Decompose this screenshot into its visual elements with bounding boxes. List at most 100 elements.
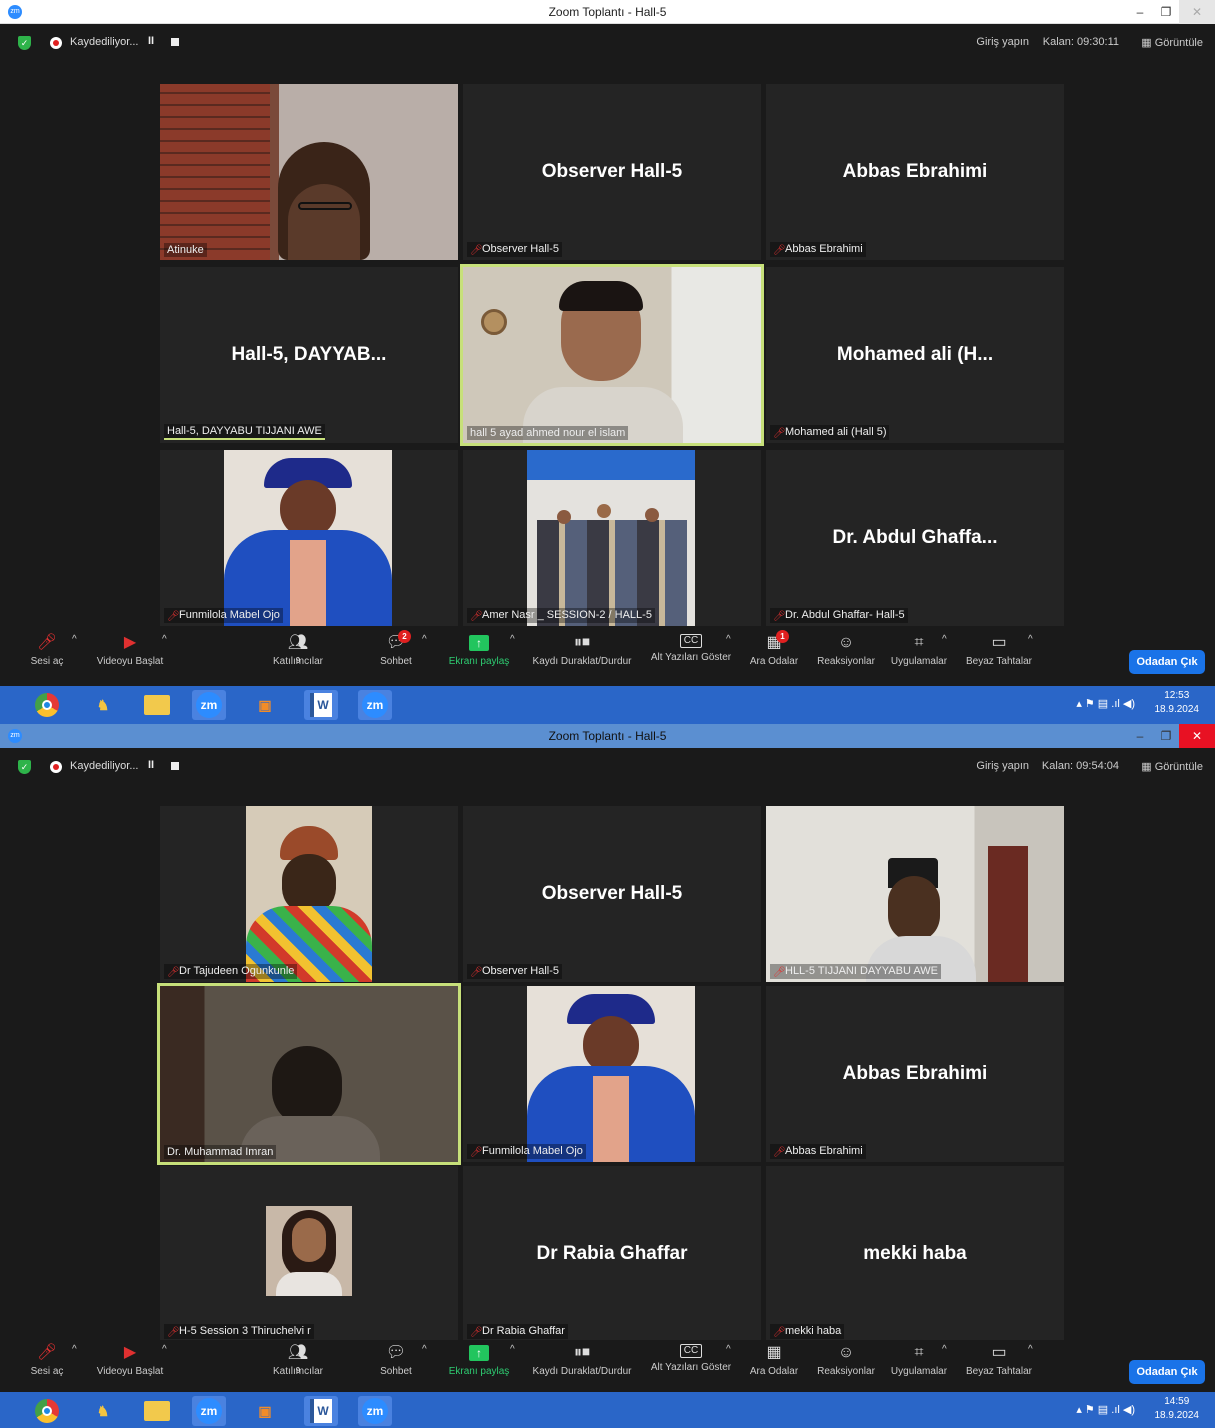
- captions-options-caret[interactable]: ^: [726, 634, 731, 645]
- chat-options-caret[interactable]: ^: [422, 634, 427, 645]
- participant-display-name: Observer Hall-5: [541, 161, 683, 182]
- unmute-button[interactable]: 🎤︎ Sesi aç: [26, 634, 68, 667]
- video-tile[interactable]: 🎤︎H-5 Session 3 Thiruchelvi r: [160, 1166, 458, 1342]
- meeting-toolbar: 🎤︎ Sesi aç ^ ▶︎ Videoyu Başlat ^ 👥︎9 Katılı…: [0, 630, 1215, 686]
- zoom-meeting-taskbar-button[interactable]: zm: [358, 1396, 392, 1426]
- taskbar-clock[interactable]: 14:59 18.9.2024: [1155, 1395, 1200, 1423]
- word-taskbar-button[interactable]: W: [304, 1396, 338, 1426]
- chat-button[interactable]: 💬︎ 2 Sohbet: [374, 630, 418, 667]
- restore-button[interactable]: ❐: [1153, 0, 1179, 24]
- captions-button[interactable]: CC Alt Yazıları Göster: [648, 634, 734, 663]
- folder-icon: [144, 695, 170, 715]
- captions-button[interactable]: CC Alt Yazıları Göster: [648, 1344, 734, 1373]
- view-button[interactable]: ▦ Görüntüle: [1141, 36, 1203, 49]
- participant-display-name: Abbas Ebrahimi: [842, 1063, 988, 1084]
- share-options-caret[interactable]: ^: [510, 634, 515, 645]
- video-tile[interactable]: Dr Rabia Ghaffar 🎤︎Dr Rabia Ghaffar: [463, 1166, 761, 1342]
- zoom-taskbar-button[interactable]: zm: [192, 690, 226, 720]
- video-tile[interactable]: 🎤︎Funmilola Mabel Ojo: [160, 450, 458, 626]
- whiteboard-icon: ▭: [991, 1344, 1007, 1361]
- reactions-button[interactable]: ☺︎ Reaksiyonlar: [814, 1344, 878, 1377]
- minimize-button[interactable]: –: [1127, 724, 1153, 748]
- pause-stop-recording-button[interactable]: ⏸︎⏹︎ Kaydı Duraklat/Durdur: [526, 634, 638, 667]
- video-tile[interactable]: Hall-5, DAYYAB... Hall-5, DAYYABU TIJJAN…: [160, 267, 458, 443]
- shield-icon[interactable]: ✓: [18, 760, 31, 774]
- share-options-caret[interactable]: ^: [510, 1344, 515, 1355]
- pause-recording-icon[interactable]: II: [148, 35, 154, 47]
- participants-button[interactable]: 👥︎9 Katılımcılar: [266, 634, 330, 667]
- shield-icon[interactable]: ✓: [18, 36, 31, 50]
- audio-options-caret[interactable]: ^: [72, 634, 77, 645]
- apps-options-caret[interactable]: ^: [942, 634, 947, 645]
- video-tile[interactable]: Observer Hall-5 🎤︎Observer Hall-5: [463, 84, 761, 260]
- participant-name: H-5 Session 3 Thiruchelvi r: [179, 1325, 311, 1337]
- video-options-caret[interactable]: ^: [162, 634, 167, 645]
- captions-options-caret[interactable]: ^: [726, 1344, 731, 1355]
- video-tile[interactable]: 🎤︎Funmilola Mabel Ojo: [463, 986, 761, 1162]
- signin-link[interactable]: Giriş yapın: [976, 760, 1029, 772]
- video-tile[interactable]: mekki haba 🎤︎mekki haba: [766, 1166, 1064, 1342]
- close-button[interactable]: ✕: [1179, 0, 1215, 24]
- start-video-button[interactable]: ▶︎ Videoyu Başlat: [92, 1344, 168, 1377]
- video-tile[interactable]: Abbas Ebrahimi 🎤︎Abbas Ebrahimi: [766, 84, 1064, 260]
- pause-stop-recording-button[interactable]: ⏸︎⏹︎ Kaydı Duraklat/Durdur: [526, 1344, 638, 1377]
- unmute-button[interactable]: 🎤︎ Sesi aç: [26, 1344, 68, 1377]
- remaining-time: Kalan: 09:54:04: [1041, 760, 1119, 772]
- video-tile[interactable]: Dr. Abdul Ghaffa... 🎤︎Dr. Abdul Ghaffar-…: [766, 450, 1064, 626]
- participant-name: Mohamed ali (Hall 5): [785, 426, 887, 438]
- close-button[interactable]: ✕: [1179, 724, 1215, 748]
- presentation-taskbar-button[interactable]: ▣: [248, 690, 282, 720]
- chrome-taskbar-button[interactable]: [30, 690, 64, 720]
- stop-recording-icon[interactable]: [171, 38, 179, 46]
- muted-mic-icon: 🎤︎: [167, 611, 180, 622]
- whiteboard-options-caret[interactable]: ^: [1028, 1344, 1033, 1355]
- audio-options-caret[interactable]: ^: [72, 1344, 77, 1355]
- chat-button[interactable]: 💬︎ Sohbet: [374, 1344, 418, 1377]
- active-speaker-tile[interactable]: Dr. Muhammad Imran: [157, 983, 461, 1165]
- system-tray-icons[interactable]: ▴ ⚑ ▤ .ıl ◀︎): [1076, 697, 1135, 710]
- signin-link[interactable]: Giriş yapın: [976, 36, 1029, 48]
- video-tile[interactable]: Abbas Ebrahimi 🎤︎Abbas Ebrahimi: [766, 986, 1064, 1162]
- video-tile[interactable]: 🎤︎HLL-5 TIJJANI DAYYABU AWE: [766, 806, 1064, 982]
- video-tile[interactable]: 🎤︎Dr Tajudeen Ogunkunle: [160, 806, 458, 982]
- share-screen-button[interactable]: ↑ Ekranı paylaş: [444, 634, 514, 667]
- app-icon: ♞: [96, 1402, 110, 1419]
- system-tray-icons[interactable]: ▴ ⚑ ▤ .ıl ◀︎): [1076, 1403, 1135, 1416]
- leave-room-button[interactable]: Odadan Çık: [1129, 1360, 1205, 1384]
- app-icon: ♞: [96, 696, 110, 713]
- minimize-button[interactable]: –: [1127, 0, 1153, 24]
- active-speaker-tile[interactable]: hall 5 ayad ahmed nour el islam: [460, 264, 764, 446]
- video-tile[interactable]: Mohamed ali (H... 🎤︎Mohamed ali (Hall 5): [766, 267, 1064, 443]
- breakout-rooms-button[interactable]: ▦ Ara Odalar: [746, 1344, 802, 1377]
- whiteboard-options-caret[interactable]: ^: [1028, 634, 1033, 645]
- participants-button[interactable]: 👥︎9 Katılımcılar: [266, 1344, 330, 1377]
- explorer-taskbar-button[interactable]: [140, 1396, 174, 1426]
- video-tile[interactable]: Observer Hall-5 🎤︎Observer Hall-5: [463, 806, 761, 982]
- app-taskbar-button[interactable]: ♞: [86, 690, 120, 720]
- apps-options-caret[interactable]: ^: [942, 1344, 947, 1355]
- video-options-caret[interactable]: ^: [162, 1344, 167, 1355]
- presentation-taskbar-button[interactable]: ▣: [248, 1396, 282, 1426]
- taskbar-clock[interactable]: 12:53 18.9.2024: [1155, 689, 1200, 717]
- pause-recording-icon[interactable]: II: [148, 759, 154, 771]
- app-taskbar-button[interactable]: ♞: [86, 1396, 120, 1426]
- restore-button[interactable]: ❐: [1153, 724, 1179, 748]
- video-tile[interactable]: Atinuke: [160, 84, 458, 260]
- view-button[interactable]: ▦ Görüntüle: [1141, 760, 1203, 773]
- breakout-rooms-button[interactable]: ▦ 1 Ara Odalar: [746, 630, 802, 667]
- zoom-icon: zm: [362, 692, 388, 718]
- leave-room-button[interactable]: Odadan Çık: [1129, 650, 1205, 674]
- stop-recording-icon[interactable]: [171, 762, 179, 770]
- chrome-taskbar-button[interactable]: [30, 1396, 64, 1426]
- video-tile[interactable]: 🎤︎Amer Nasr _ SESSION-2 / HALL-5: [463, 450, 761, 626]
- share-screen-button[interactable]: ↑ Ekranı paylaş: [444, 1344, 514, 1377]
- chat-options-caret[interactable]: ^: [422, 1344, 427, 1355]
- whiteboards-button[interactable]: ▭ Beyaz Tahtalar: [962, 1344, 1036, 1377]
- start-video-button[interactable]: ▶︎ Videoyu Başlat: [92, 634, 168, 667]
- reactions-button[interactable]: ☺︎ Reaksiyonlar: [814, 634, 878, 667]
- explorer-taskbar-button[interactable]: [140, 690, 174, 720]
- whiteboards-button[interactable]: ▭ Beyaz Tahtalar: [962, 634, 1036, 667]
- word-taskbar-button[interactable]: W: [304, 690, 338, 720]
- zoom-taskbar-button[interactable]: zm: [192, 1396, 226, 1426]
- zoom-meeting-taskbar-button[interactable]: zm: [358, 690, 392, 720]
